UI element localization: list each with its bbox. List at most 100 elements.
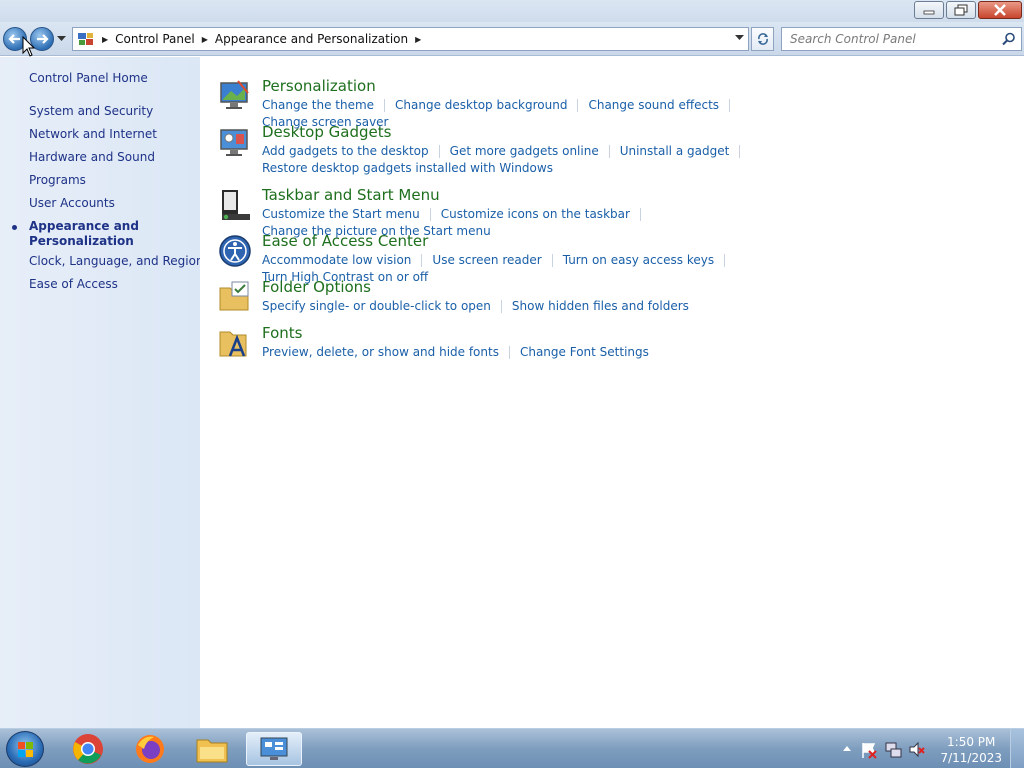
volume-muted-icon[interactable] [908,741,926,759]
desktop-gadgets-links-row: Add gadgets to the desktop Get more gadge… [262,143,862,160]
screen-reader-link[interactable]: Use screen reader [432,253,541,267]
network-icon[interactable] [884,741,902,759]
close-icon [994,4,1006,16]
taskbar-control-panel[interactable] [246,732,302,766]
change-font-settings-link[interactable]: Change Font Settings [520,345,649,359]
change-sound-effects-link[interactable]: Change sound effects [588,98,719,112]
recent-pages-chevron-icon[interactable] [57,36,66,42]
link-divider [508,346,510,359]
link-divider [429,208,431,221]
search-box[interactable] [781,27,1022,51]
taskbar-firefox[interactable] [122,732,178,766]
folder-options-title[interactable]: Folder Options [262,278,371,296]
search-icon[interactable] [1002,32,1016,46]
link-divider [577,99,579,112]
link-divider [438,145,440,158]
add-gadgets-link[interactable]: Add gadgets to the desktop [262,144,429,158]
show-desktop-button[interactable] [1010,729,1024,768]
refresh-button[interactable] [751,27,774,51]
clock[interactable]: 1:50 PM 7/11/2023 [940,734,1002,766]
breadcrumb-control-panel[interactable]: Control Panel [115,32,195,46]
link-divider [608,145,610,158]
sidebar-item-ease-of-access[interactable]: Ease of Access [29,277,118,291]
restore-button[interactable] [946,1,976,19]
navigation-bar: ▶ Control Panel ▶ Appearance and Persona… [0,22,1024,56]
chrome-icon [73,734,103,764]
sidebar-item-hardware-sound[interactable]: Hardware and Sound [29,150,155,164]
clock-date: 7/11/2023 [940,751,1002,765]
explorer-icon [196,739,228,763]
taskbar-explorer[interactable] [184,732,240,766]
desktop-gadgets-icon[interactable] [218,125,252,159]
forward-arrow-icon [37,34,49,44]
link-divider [384,99,386,112]
folder-options-icon[interactable] [218,280,252,314]
personalization-title[interactable]: Personalization [262,77,376,95]
sidebar-item-clock-language[interactable]: Clock, Language, and Region [29,254,204,268]
change-theme-link[interactable]: Change the theme [262,98,374,112]
ease-of-access-title[interactable]: Ease of Access Center [262,232,428,250]
search-input[interactable] [782,28,992,50]
taskbar: 1:50 PM 7/11/2023 [0,728,1024,768]
refresh-icon [757,33,768,45]
sidebar-item-user-accounts[interactable]: User Accounts [29,196,115,210]
sidebar-item-appearance-current: Appearance and Personalization [29,219,139,249]
sidebar-current-line2: Personalization [29,234,134,248]
control-panel-small-icon [78,33,93,45]
taskbar-icon[interactable] [218,188,252,222]
start-button[interactable] [6,731,44,767]
link-divider [551,254,553,267]
sidebar-item-network-internet[interactable]: Network and Internet [29,127,157,141]
main-content: Personalization Change the theme Change d… [200,57,1024,728]
customize-taskbar-icons-link[interactable]: Customize icons on the taskbar [441,207,630,221]
mouse-cursor-icon [22,36,36,57]
close-button[interactable] [978,1,1022,19]
folder-options-links: Specify single- or double-click to open S… [262,298,862,315]
ease-of-access-icon[interactable] [218,234,252,268]
minimize-icon [923,10,935,15]
single-double-click-link[interactable]: Specify single- or double-click to open [262,299,491,313]
breadcrumb-separator-icon[interactable]: ▶ [102,35,108,44]
minimize-button[interactable] [914,1,944,19]
breadcrumb-separator-icon[interactable]: ▶ [202,35,208,44]
show-hidden-icons-icon[interactable] [842,744,852,752]
sidebar-item-control-panel-home[interactable]: Control Panel Home [29,71,148,85]
low-vision-link[interactable]: Accommodate low vision [262,253,411,267]
sidebar-item-programs[interactable]: Programs [29,173,86,187]
customize-start-menu-link[interactable]: Customize the Start menu [262,207,420,221]
taskbar-chrome[interactable] [60,732,116,766]
back-arrow-icon [8,34,20,44]
desktop-gadgets-title[interactable]: Desktop Gadgets [262,123,391,141]
breadcrumb-separator-icon[interactable]: ▶ [415,35,421,44]
link-divider [729,99,731,112]
fonts-icon[interactable] [218,326,252,360]
fonts-links: Preview, delete, or show and hide fonts C… [262,344,862,361]
uninstall-gadget-link[interactable]: Uninstall a gadget [620,144,730,158]
clock-time: 1:50 PM [947,735,996,749]
easy-access-keys-link[interactable]: Turn on easy access keys [563,253,714,267]
taskbar-start-menu-title[interactable]: Taskbar and Start Menu [262,186,440,204]
personalization-icon[interactable] [218,79,252,113]
desktop-gadgets-links-row: Restore desktop gadgets installed with W… [262,160,862,177]
link-divider [724,254,726,267]
sidebar: Control Panel Home System and Security N… [0,57,204,728]
control-panel-icon [260,737,288,760]
firefox-icon [136,735,164,763]
get-more-gadgets-link[interactable]: Get more gadgets online [450,144,599,158]
link-divider [639,208,641,221]
title-bar [0,0,1024,22]
window-controls [914,1,1022,19]
restore-gadgets-link[interactable]: Restore desktop gadgets installed with W… [262,161,553,175]
address-bar[interactable]: ▶ Control Panel ▶ Appearance and Persona… [72,27,749,51]
address-dropdown-icon[interactable] [735,35,744,41]
link-divider [421,254,423,267]
show-hidden-files-link[interactable]: Show hidden files and folders [512,299,689,313]
sidebar-item-system-security[interactable]: System and Security [29,104,153,118]
breadcrumb-appearance[interactable]: Appearance and Personalization [215,32,408,46]
current-item-bullet-icon [12,225,17,230]
change-desktop-background-link[interactable]: Change desktop background [395,98,567,112]
preview-fonts-link[interactable]: Preview, delete, or show and hide fonts [262,345,499,359]
link-divider [739,145,741,158]
action-center-flag-icon[interactable] [860,741,878,759]
fonts-title[interactable]: Fonts [262,324,302,342]
